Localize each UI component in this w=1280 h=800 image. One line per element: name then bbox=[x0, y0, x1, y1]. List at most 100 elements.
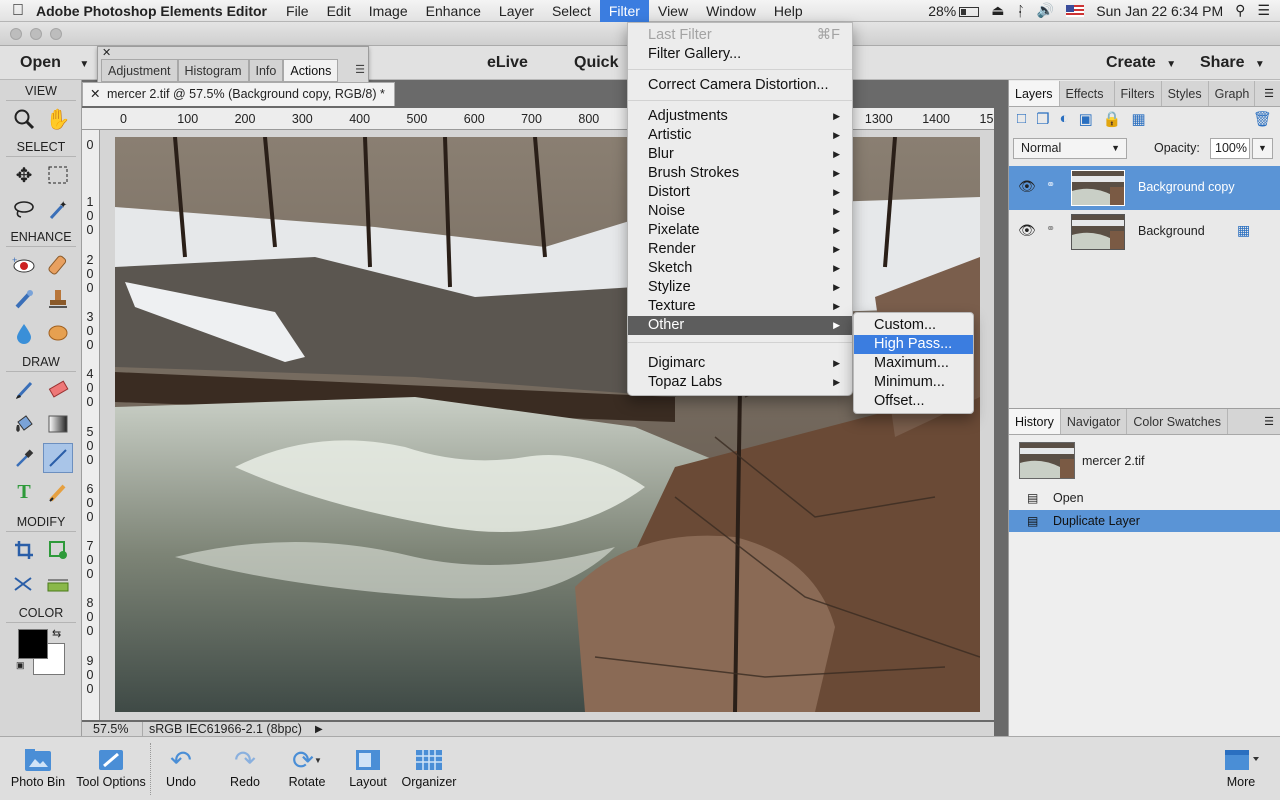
submenu-item-maximum[interactable]: Maximum... bbox=[854, 354, 973, 373]
tab-info[interactable]: Info bbox=[248, 59, 284, 82]
close-panel-icon[interactable]: ✕ bbox=[102, 46, 111, 59]
lock-all-icon[interactable]: 🔒 bbox=[1103, 110, 1122, 128]
panel-menu-icon[interactable]: ☰ bbox=[1258, 81, 1280, 106]
blur-tool-icon[interactable] bbox=[9, 318, 39, 348]
menu-item-stylize[interactable]: Stylize ▶ bbox=[628, 278, 852, 297]
tab-history[interactable]: History bbox=[1009, 409, 1061, 434]
apple-menu-icon[interactable]:  bbox=[0, 2, 36, 20]
straighten-tool-icon[interactable] bbox=[43, 569, 73, 599]
tab-navigator[interactable]: Navigator bbox=[1061, 409, 1128, 434]
battery-status[interactable]: 28% bbox=[928, 3, 980, 19]
opacity-input[interactable]: 100% bbox=[1210, 138, 1250, 159]
menu-item-texture[interactable]: Texture ▶ bbox=[628, 297, 852, 316]
new-layer-icon[interactable]: □ bbox=[1017, 110, 1026, 128]
clock[interactable]: Sun Jan 22 6:34 PM bbox=[1096, 3, 1223, 19]
submenu-item-high-pass[interactable]: High Pass... bbox=[854, 335, 973, 354]
marquee-tool-icon[interactable] bbox=[43, 160, 73, 190]
status-menu-arrow-icon[interactable]: ▶ bbox=[315, 722, 323, 737]
tab-color-swatches[interactable]: Color Swatches bbox=[1127, 409, 1228, 434]
zoom-tool-icon[interactable] bbox=[9, 104, 39, 134]
default-colors-icon[interactable]: ▣ bbox=[16, 660, 25, 671]
background-lock-icon[interactable]: ▦ bbox=[1237, 222, 1250, 239]
lock-transparency-icon[interactable]: ▦ bbox=[1131, 110, 1145, 128]
clone-stamp-tool-icon[interactable] bbox=[43, 284, 73, 314]
menu-item-distort[interactable]: Distort ▶ bbox=[628, 183, 852, 202]
menu-window[interactable]: Window bbox=[697, 0, 765, 22]
menu-item-noise[interactable]: Noise ▶ bbox=[628, 202, 852, 221]
tab-actions[interactable]: Actions bbox=[283, 59, 339, 82]
eraser-tool-icon[interactable] bbox=[43, 375, 73, 405]
undo-button[interactable]: ↶ Undo bbox=[156, 745, 206, 790]
menu-edit[interactable]: Edit bbox=[318, 0, 360, 22]
elive-tab[interactable]: eLive bbox=[487, 54, 528, 72]
more-button[interactable]: More bbox=[1214, 745, 1268, 789]
flag-icon[interactable] bbox=[1066, 4, 1085, 17]
minimize-window-button[interactable] bbox=[30, 28, 42, 40]
opacity-dropdown-icon[interactable]: ▼ bbox=[1252, 138, 1273, 159]
layer-mask-icon[interactable]: ▣ bbox=[1079, 110, 1093, 128]
menu-help[interactable]: Help bbox=[765, 0, 812, 22]
visibility-eye-icon[interactable]: 👁 bbox=[1018, 178, 1036, 195]
smart-brush-tool-icon[interactable] bbox=[9, 284, 39, 314]
menu-view[interactable]: View bbox=[649, 0, 697, 22]
content-aware-move-tool-icon[interactable] bbox=[9, 569, 39, 599]
menu-layer[interactable]: Layer bbox=[490, 0, 543, 22]
submenu-item-offset[interactable]: Offset... bbox=[854, 392, 973, 411]
move-tool-icon[interactable]: ✥ bbox=[9, 160, 39, 190]
menu-item-blur[interactable]: Blur ▶ bbox=[628, 145, 852, 164]
sponge-tool-icon[interactable] bbox=[43, 318, 73, 348]
photo-bin-button[interactable]: Photo Bin bbox=[6, 745, 70, 789]
menu-item-correct-camera-distortion[interactable]: Correct Camera Distortion... bbox=[628, 76, 852, 95]
volume-icon[interactable]: 🔊 bbox=[1037, 2, 1054, 19]
link-icon[interactable]: ⚭ bbox=[1046, 178, 1055, 191]
notification-center-icon[interactable]: ☰ bbox=[1257, 2, 1270, 19]
menu-item-render[interactable]: Render ▶ bbox=[628, 240, 852, 259]
floating-panel-group[interactable]: ✕ Adjustment Histogram Info Actions ☰ bbox=[97, 46, 369, 83]
zoom-level[interactable]: 57.5% bbox=[93, 722, 128, 737]
snapshot-thumbnail[interactable] bbox=[1019, 442, 1075, 479]
layer-row-background[interactable]: 👁 ⚭ Background ▦ bbox=[1009, 210, 1280, 254]
redo-button[interactable]: ↷ Redo bbox=[220, 745, 270, 790]
tab-effects[interactable]: Effects bbox=[1060, 81, 1115, 106]
tab-adjustment[interactable]: Adjustment bbox=[101, 59, 178, 82]
link-icon[interactable]: ⚭ bbox=[1046, 222, 1055, 235]
pencil-tool-icon[interactable] bbox=[43, 477, 73, 507]
recompose-tool-icon[interactable] bbox=[43, 535, 73, 565]
eyedropper-tool-icon[interactable] bbox=[9, 443, 39, 473]
panel-menu-icon[interactable]: ☰ bbox=[1258, 409, 1280, 434]
paint-bucket-tool-icon[interactable] bbox=[9, 409, 39, 439]
quick-tab[interactable]: Quick bbox=[574, 54, 618, 72]
menu-item-pixelate[interactable]: Pixelate ▶ bbox=[628, 221, 852, 240]
spot-healing-tool-icon[interactable] bbox=[43, 250, 73, 280]
foreground-color-swatch[interactable] bbox=[18, 629, 48, 659]
organizer-button[interactable]: Organizer bbox=[400, 745, 458, 789]
menu-item-sketch[interactable]: Sketch ▶ bbox=[628, 259, 852, 278]
create-button[interactable]: Create ▼ bbox=[1106, 54, 1176, 72]
menu-enhance[interactable]: Enhance bbox=[417, 0, 490, 22]
menu-item-other[interactable]: Other ▶ bbox=[628, 316, 852, 335]
new-group-icon[interactable]: ❐ bbox=[1036, 110, 1049, 128]
menu-item-adjustments[interactable]: Adjustments ▶ bbox=[628, 107, 852, 126]
submenu-item-minimum[interactable]: Minimum... bbox=[854, 373, 973, 392]
brush-tool-icon[interactable] bbox=[9, 375, 39, 405]
adjustment-layer-icon[interactable]: ◐ bbox=[1060, 110, 1069, 128]
red-eye-tool-icon[interactable]: + bbox=[9, 250, 39, 280]
close-window-button[interactable] bbox=[10, 28, 22, 40]
submenu-item-custom[interactable]: Custom... bbox=[854, 316, 973, 335]
share-button[interactable]: Share ▼ bbox=[1200, 54, 1265, 72]
layer-row-background-copy[interactable]: 👁 ⚭ Background copy bbox=[1009, 166, 1280, 210]
rotate-button[interactable]: ⟳ ▼ Rotate bbox=[282, 745, 332, 790]
spotlight-search-icon[interactable]: ⚲ bbox=[1235, 2, 1245, 19]
layout-button[interactable]: Layout bbox=[343, 745, 393, 789]
document-tab[interactable]: ✕ mercer 2.tif @ 57.5% (Background copy,… bbox=[82, 82, 395, 106]
tab-histogram[interactable]: Histogram bbox=[177, 59, 249, 82]
menu-file[interactable]: File bbox=[277, 0, 318, 22]
bluetooth-icon[interactable]: ᛛ bbox=[1016, 3, 1024, 19]
visibility-eye-icon[interactable]: 👁 bbox=[1018, 222, 1036, 239]
menu-select[interactable]: Select bbox=[543, 0, 600, 22]
delete-layer-icon[interactable]: 🗑 bbox=[1253, 110, 1272, 128]
lasso-tool-icon[interactable] bbox=[9, 194, 39, 224]
app-name-menu[interactable]: Adobe Photoshop Elements Editor bbox=[36, 3, 277, 19]
eject-icon[interactable]: ⏏ bbox=[991, 2, 1004, 19]
tool-options-button[interactable]: Tool Options bbox=[74, 745, 148, 789]
